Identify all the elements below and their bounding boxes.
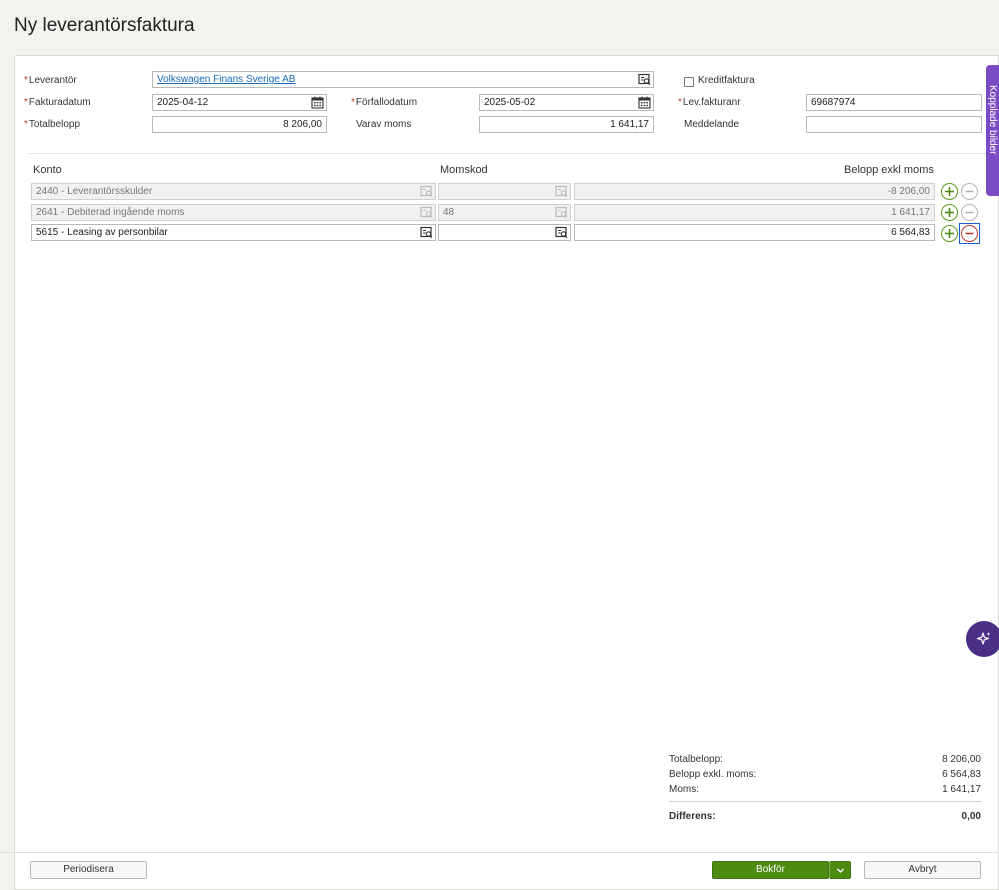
line-2-vat-code-field[interactable]: 48 (438, 204, 571, 221)
column-header-account: Konto (33, 164, 62, 176)
plus-icon (945, 187, 954, 196)
supplier-link[interactable]: Volkswagen Finans Sverige AB (157, 74, 295, 85)
credit-invoice-label: Kreditfaktura (698, 75, 755, 86)
credit-invoice-checkbox[interactable] (684, 77, 694, 87)
lookup-icon[interactable] (638, 73, 651, 86)
vat-amount-field[interactable]: 1 641,17 (479, 116, 654, 133)
minus-icon (965, 232, 974, 235)
supplier-label: *Leverantör (24, 75, 77, 86)
linked-images-tab[interactable]: Kopplade bilder (986, 65, 999, 196)
line-3-account-field[interactable]: 5615 - Leasing av personbilar (31, 224, 436, 241)
supplier-invoice-no-field[interactable]: 69687974 (806, 94, 982, 111)
summary-excl-label: Belopp exkl. moms: (669, 769, 757, 780)
lookup-icon (555, 185, 568, 198)
supplier-invoice-no-label: *Lev.fakturanr (678, 97, 741, 108)
remove-line-button[interactable] (961, 183, 978, 200)
lookup-icon[interactable] (420, 226, 433, 239)
remove-line-button[interactable] (961, 225, 978, 242)
total-amount-field[interactable]: 8 206,00 (152, 116, 327, 133)
lookup-icon[interactable] (555, 226, 568, 239)
line-2-account-field[interactable]: 2641 - Debiterad ingående moms (31, 204, 436, 221)
line-3-amount-field[interactable]: 6 564,83 (574, 224, 935, 241)
summary-diff-value: 0,00 (961, 811, 981, 822)
post-button[interactable]: Bokför (712, 861, 829, 879)
summary-excl-value: 6 564,83 (942, 769, 981, 780)
post-options-button[interactable] (829, 861, 851, 879)
line-1-account-field[interactable]: 2440 - Leverantörsskulder (31, 183, 436, 200)
summary-diff-label: Differens: (669, 811, 716, 822)
lookup-icon (420, 185, 433, 198)
line-2-amount-field[interactable]: 1 641,17 (574, 204, 935, 221)
section-divider (28, 153, 986, 154)
sparkle-icon (976, 632, 991, 645)
lookup-icon (420, 206, 433, 219)
total-amount-label: *Totalbelopp (24, 119, 81, 130)
vat-amount-label: Varav moms (356, 119, 412, 130)
column-header-amount: Belopp exkl moms (844, 164, 934, 176)
calendar-icon[interactable] (638, 96, 651, 109)
invoice-panel (14, 55, 999, 890)
footer-divider (0, 852, 999, 853)
message-field[interactable] (806, 116, 982, 133)
message-label: Meddelande (684, 119, 740, 130)
calendar-icon[interactable] (311, 96, 324, 109)
due-date-field[interactable]: 2025-05-02 (479, 94, 654, 111)
line-1-amount-field[interactable]: -8 206,00 (574, 183, 935, 200)
invoice-date-label: *Fakturadatum (24, 97, 91, 108)
supplier-field[interactable]: Volkswagen Finans Sverige AB (152, 71, 654, 88)
linked-images-tab-label: Kopplade bilder (987, 85, 998, 155)
minus-icon (965, 211, 974, 214)
add-line-button[interactable] (941, 204, 958, 221)
page-title: Ny leverantörsfaktura (14, 15, 195, 36)
chevron-down-icon (836, 868, 844, 873)
lookup-icon (555, 206, 568, 219)
summary-total-label: Totalbelopp: (669, 754, 723, 765)
minus-icon (965, 190, 974, 193)
summary-vat-label: Moms: (669, 784, 699, 795)
line-3-vat-code-field[interactable] (438, 224, 571, 241)
plus-icon (945, 208, 954, 217)
add-line-button[interactable] (941, 225, 958, 242)
cancel-button[interactable]: Avbryt (864, 861, 981, 879)
summary-divider (669, 801, 982, 802)
summary-vat-value: 1 641,17 (942, 784, 981, 795)
plus-icon (945, 229, 954, 238)
remove-line-button[interactable] (961, 204, 978, 221)
due-date-label: *Förfallodatum (351, 97, 418, 108)
ai-assistant-button[interactable] (966, 621, 999, 657)
add-line-button[interactable] (941, 183, 958, 200)
column-header-vat-code: Momskod (440, 164, 488, 176)
periodize-button[interactable]: Periodisera (30, 861, 147, 879)
summary-total-value: 8 206,00 (942, 754, 981, 765)
line-1-vat-code-field[interactable] (438, 183, 571, 200)
invoice-date-field[interactable]: 2025-04-12 (152, 94, 327, 111)
